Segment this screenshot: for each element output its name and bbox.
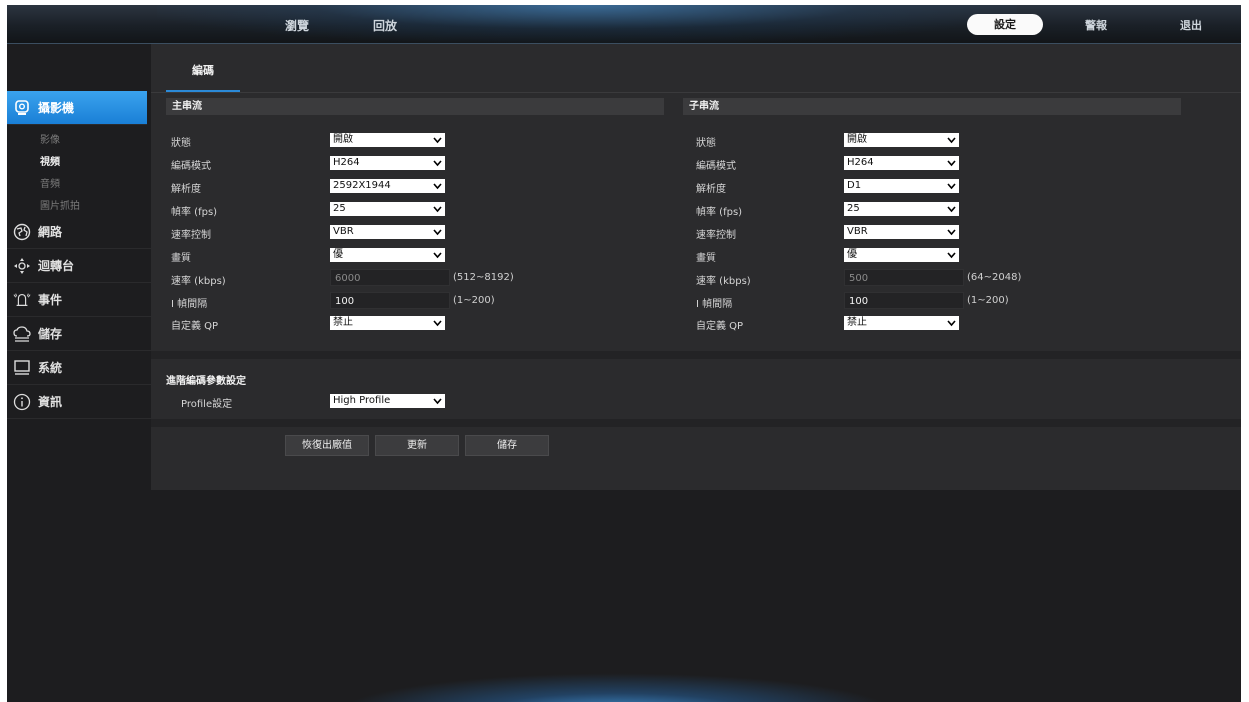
- nav-settings[interactable]: 設定: [967, 14, 1043, 35]
- sidebar-item-label: 事件: [38, 293, 63, 307]
- sub-i-interval-range: (1~200): [967, 295, 1009, 306]
- main-rate-control-select[interactable]: VBR: [330, 225, 445, 239]
- sub-bitrate-input[interactable]: 500: [844, 269, 964, 286]
- sidebar-subitem-video[interactable]: 視頻: [40, 153, 60, 168]
- sidebar-item-label: 系統: [38, 361, 63, 375]
- sub-bitrate-label: 速率 (kbps): [696, 276, 751, 287]
- section-separator: [151, 351, 1241, 359]
- sub-encode-mode-select[interactable]: H264: [844, 156, 959, 170]
- tab-encode[interactable]: 編碼: [166, 52, 240, 92]
- main-fps-select[interactable]: 25: [330, 202, 445, 216]
- sub-rate-control-select[interactable]: VBR: [844, 225, 959, 239]
- sidebar-item-label: 迴轉台: [38, 259, 75, 273]
- profile-label: Profile設定: [181, 399, 233, 410]
- main-quality-select[interactable]: 優: [330, 248, 445, 262]
- sub-quality-select[interactable]: 優: [844, 248, 959, 262]
- main-resolution-label: 解析度: [171, 184, 201, 195]
- nav-logout[interactable]: 退出: [1180, 17, 1202, 33]
- sidebar-item-info[interactable]: 資訊: [7, 385, 151, 419]
- sub-resolution-label: 解析度: [696, 184, 726, 195]
- sidebar-item-system[interactable]: 系統: [7, 351, 151, 385]
- sub-encode-mode-label: 編碼模式: [696, 161, 736, 172]
- sidebar-item-label: 攝影機: [38, 101, 75, 115]
- sub-status-label: 狀態: [696, 138, 716, 149]
- monitor-icon: [13, 359, 31, 377]
- sub-quality-label: 畫質: [696, 253, 716, 264]
- main-resolution-select[interactable]: 2592X1944: [330, 179, 445, 193]
- nav-playback[interactable]: 回放: [373, 17, 397, 34]
- main-i-interval-input[interactable]: 100: [330, 292, 450, 309]
- sidebar: 攝影機 影像 視頻 音頻 圖片抓拍 網路 迴轉台 事件 儲存 系統 資訊: [7, 44, 151, 702]
- sub-resolution-select[interactable]: D1: [844, 179, 959, 193]
- sub-rate-control-label: 速率控制: [696, 230, 736, 241]
- sidebar-item-label: 資訊: [38, 395, 63, 409]
- main-bitrate-label: 速率 (kbps): [171, 276, 226, 287]
- main-custom-qp-select[interactable]: 禁止: [330, 316, 445, 330]
- alarm-bell-icon: [13, 291, 31, 309]
- storage-cloud-icon: [13, 325, 31, 343]
- main-status-label: 狀態: [171, 138, 191, 149]
- sub-i-interval-input[interactable]: 100: [844, 292, 964, 309]
- main-bitrate-input[interactable]: 6000: [330, 269, 450, 286]
- sidebar-item-label: 網路: [38, 225, 63, 239]
- sidebar-item-camera[interactable]: 攝影機: [7, 91, 147, 125]
- sidebar-subitem-audio[interactable]: 音頻: [40, 175, 60, 190]
- sidebar-item-network[interactable]: 網路: [7, 215, 151, 249]
- sub-i-interval-label: I 幀間隔: [696, 299, 733, 310]
- main-encode-mode-label: 編碼模式: [171, 161, 211, 172]
- bottom-glow: [337, 673, 897, 702]
- info-icon: [13, 393, 31, 411]
- refresh-button[interactable]: 更新: [375, 435, 459, 456]
- restore-defaults-button[interactable]: 恢復出廠值: [285, 435, 369, 456]
- sidebar-item-ptz[interactable]: 迴轉台: [7, 249, 151, 283]
- section-separator: [151, 419, 1241, 427]
- main-i-interval-label: I 幀間隔: [171, 299, 208, 310]
- save-button[interactable]: 儲存: [465, 435, 549, 456]
- app-window: 瀏覽 回放 設定 警報 退出 攝影機 影像 視頻 音頻 圖片抓拍 網路 迴轉台: [7, 5, 1241, 702]
- main-fps-label: 幀率 (fps): [171, 207, 218, 218]
- profile-select[interactable]: High Profile: [330, 394, 445, 408]
- sub-bitrate-range: (64~2048): [967, 272, 1022, 283]
- main-encode-mode-select[interactable]: H264: [330, 156, 445, 170]
- network-globe-icon: [13, 223, 31, 241]
- main-status-select[interactable]: 開啟: [330, 133, 445, 147]
- sidebar-item-event[interactable]: 事件: [7, 283, 151, 317]
- main-i-interval-range: (1~200): [453, 295, 495, 306]
- sub-stream-header: 子串流: [683, 98, 1181, 115]
- sub-status-select[interactable]: 開啟: [844, 133, 959, 147]
- settings-panel: 編碼 主串流 狀態 開啟 編碼模式 H264 解析度 2592X1944 幀率 …: [151, 44, 1241, 490]
- advanced-section-title: 進階編碼參數設定: [166, 376, 246, 387]
- main-rate-control-label: 速率控制: [171, 230, 211, 241]
- sidebar-item-storage[interactable]: 儲存: [7, 317, 151, 351]
- top-navigation-bar: 瀏覽 回放 設定 警報 退出: [7, 5, 1241, 44]
- tab-divider: [151, 92, 1241, 93]
- sub-fps-select[interactable]: 25: [844, 202, 959, 216]
- camera-icon: [13, 99, 31, 117]
- sidebar-item-label: 儲存: [38, 327, 63, 341]
- nav-alarm[interactable]: 警報: [1085, 17, 1107, 33]
- main-stream-header: 主串流: [166, 98, 664, 115]
- ptz-icon: [13, 257, 31, 275]
- sidebar-subitem-image[interactable]: 影像: [40, 131, 60, 146]
- sub-custom-qp-select[interactable]: 禁止: [844, 316, 959, 330]
- nav-preview[interactable]: 瀏覽: [285, 17, 309, 34]
- main-custom-qp-label: 自定義 QP: [171, 321, 219, 332]
- main-bitrate-range: (512~8192): [453, 272, 514, 283]
- sub-custom-qp-label: 自定義 QP: [696, 321, 744, 332]
- main-quality-label: 畫質: [171, 253, 191, 264]
- sub-fps-label: 幀率 (fps): [696, 207, 743, 218]
- sidebar-subitem-snapshot[interactable]: 圖片抓拍: [40, 197, 80, 212]
